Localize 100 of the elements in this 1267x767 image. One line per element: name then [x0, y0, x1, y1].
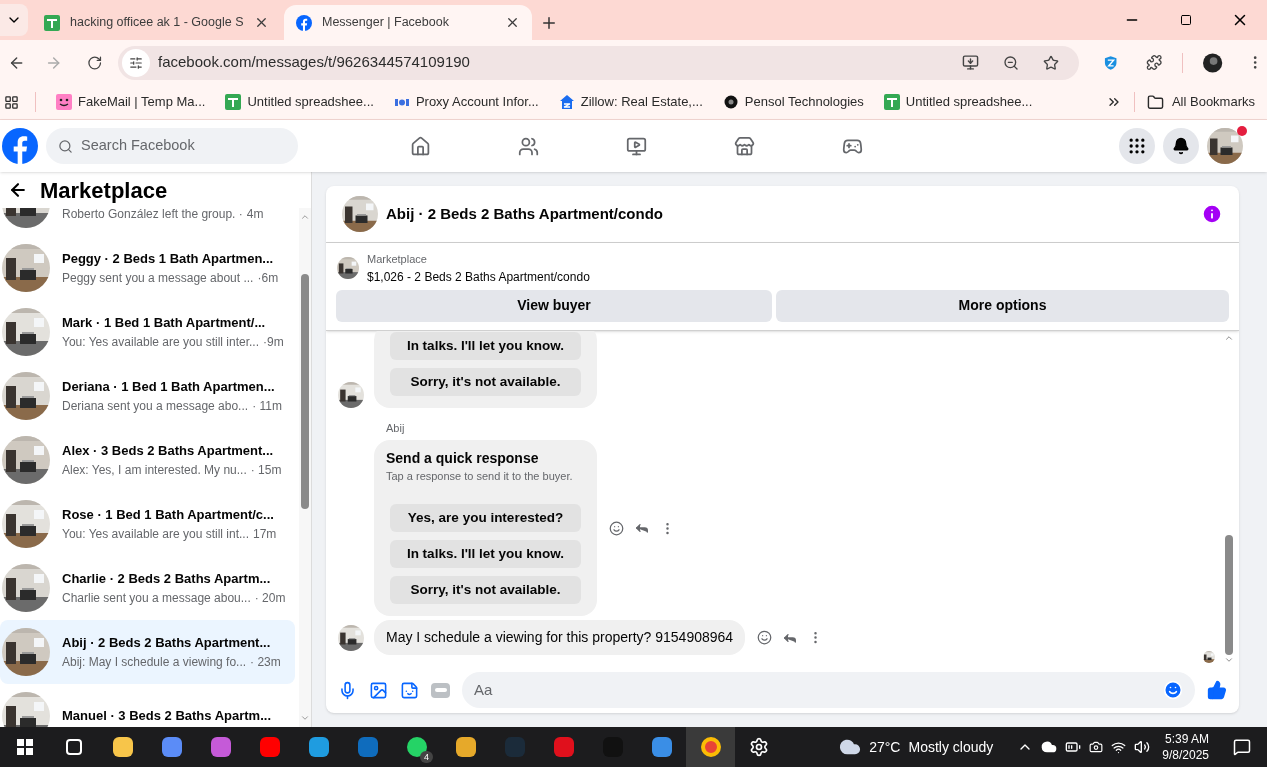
smiley-icon — [56, 94, 72, 110]
house-icon — [558, 94, 575, 110]
zoom-icon[interactable] — [1002, 54, 1019, 71]
conversation-title: Mark · 1 Bed 1 Bath Apartment/... — [62, 314, 267, 333]
quick-reply-button[interactable]: In talks. I'll let you know. — [390, 540, 581, 568]
video-icon[interactable] — [625, 135, 647, 157]
close-icon[interactable] — [505, 15, 520, 30]
photo-icon[interactable] — [369, 680, 388, 700]
folder-icon — [1146, 93, 1164, 111]
battery-icon[interactable] — [1065, 739, 1082, 755]
react-icon[interactable] — [609, 520, 624, 536]
install-icon[interactable] — [961, 54, 979, 71]
bookmark-star-icon[interactable] — [1042, 54, 1059, 71]
like-icon[interactable] — [1207, 680, 1227, 700]
scrollbar-thumb[interactable] — [301, 274, 309, 509]
bookmark[interactable]: Untitled spreadshee... — [875, 92, 1041, 112]
message-input[interactable]: Aa — [462, 672, 1195, 708]
quick-reply-button[interactable]: In talks. I'll let you know. — [390, 332, 581, 360]
conversation-title: Alex · 3 Beds 2 Baths Apartment... — [62, 442, 275, 461]
address-bar[interactable]: facebook.com/messages/t/9626344574109190 — [118, 45, 1079, 80]
site-info-button[interactable] — [122, 48, 150, 77]
avatar-icon[interactable] — [1203, 52, 1223, 73]
url-text: facebook.com/messages/t/9626344574109190 — [158, 52, 471, 73]
bookmark[interactable]: Pensol Technologies — [714, 92, 872, 112]
listing-title: $1,026 - 2 Beds 2 Baths Apartment/condo — [367, 268, 590, 286]
conversation-item[interactable]: Rose · 1 Bed 1 Bath Apartment/c... You: Yes available are you still int... 17m — [0, 492, 295, 556]
message-time: · 15m — [250, 461, 282, 479]
wifi-icon[interactable] — [1111, 739, 1127, 755]
quick-reply-button[interactable]: Sorry, it's not available. — [390, 576, 581, 604]
extensions-icon[interactable] — [1146, 54, 1163, 71]
sticker-icon[interactable] — [400, 680, 419, 700]
message-time: · 23m — [250, 653, 281, 671]
conversation-item[interactable]: Deriana · 1 Bed 1 Bath Apartmen... Deriana sent you a message abo... · 11m — [0, 364, 295, 428]
browser-tab[interactable]: hacking officee ak 1 - Google S — [32, 5, 280, 40]
emoji-icon[interactable] — [1163, 680, 1183, 700]
message-time: 17m — [253, 525, 277, 543]
info-icon[interactable] — [1201, 203, 1223, 225]
conversation-item[interactable]: Abij · 2 Beds 2 Baths Apartment... Abij: May I schedule a viewing fo... · 23m — [0, 620, 295, 684]
shield-icon[interactable] — [1102, 54, 1119, 71]
action-button[interactable]: More options — [776, 289, 1229, 322]
message-preview: You: Yes available are you still int... — [62, 525, 249, 543]
message-time: ·9m — [263, 333, 284, 351]
friends-icon[interactable] — [517, 135, 539, 157]
settings-icon[interactable] — [749, 737, 769, 757]
browser-tab[interactable]: Messenger | Facebook — [284, 5, 532, 40]
clock-date: 9/8/2025 — [1162, 747, 1209, 763]
message-time: · 11m — [252, 397, 282, 415]
message-time: ·6m — [257, 269, 279, 287]
menu-button[interactable] — [1119, 128, 1155, 164]
tab-title: hacking officee ak 1 - Google S — [70, 14, 244, 32]
microphone-icon[interactable] — [338, 680, 357, 700]
conversation-item[interactable]: Peggy · 2 Beds 1 Bath Apartmen... Peggy sent you a message about ... ·6m — [0, 236, 295, 300]
quick-reply-button[interactable]: Sorry, it's not available. — [390, 368, 581, 396]
bookmark[interactable]: Untitled spreadshee... — [217, 92, 382, 112]
tune-icon[interactable] — [129, 55, 143, 70]
conversation-item[interactable]: Mark · 1 Bed 1 Bath Apartment/... You: Yes available are you still inter... ·9m — [0, 300, 295, 364]
message-time: 4m — [246, 208, 264, 223]
bubble-subtitle: Tap a response to send it to the buyer. — [386, 469, 574, 484]
bookmark[interactable]: Proxy Account Infor... — [385, 92, 547, 112]
action-button[interactable]: View buyer — [336, 289, 772, 322]
quick-reply-button[interactable]: Yes, are you interested? — [390, 504, 581, 532]
message-time: · 20m — [254, 589, 286, 607]
conversation-title: Rose · 1 Bed 1 Bath Apartment/c... — [62, 506, 275, 525]
notifications-icon[interactable] — [1233, 738, 1251, 756]
home-icon[interactable] — [409, 135, 431, 157]
message-preview: Charlie sent you a message abou... — [62, 589, 251, 607]
search-field[interactable]: Search Facebook — [46, 128, 298, 164]
cloud-icon[interactable] — [1041, 739, 1058, 755]
sender-name: Abij — [386, 421, 406, 436]
bookmark[interactable]: FakeMail | Temp Ma... — [48, 92, 214, 112]
apps-icon[interactable] — [4, 94, 19, 110]
conversation-item[interactable]: Charlie · 2 Beds 2 Baths Apartm... Charlie sent you a message abou... · 20m — [0, 556, 295, 620]
all-bookmarks-button[interactable]: All Bookmarks — [1146, 92, 1255, 112]
camera-icon[interactable] — [1089, 740, 1104, 754]
restore-icon[interactable] — [1180, 14, 1192, 26]
react-icon[interactable] — [757, 630, 773, 645]
back-icon[interactable] — [8, 180, 28, 200]
new-tab-icon[interactable] — [540, 14, 558, 32]
conversation-title: Deriana · 1 Bed 1 Bath Apartmen... — [62, 378, 276, 397]
bubble-title: Send a quick response — [386, 449, 540, 468]
scrollbar-thumb[interactable] — [1225, 535, 1233, 655]
conversation-item[interactable]: Roberto González left the group. · 4m — [0, 208, 295, 236]
spreadsheet-icon — [883, 94, 900, 110]
notifications-button[interactable] — [1163, 128, 1199, 164]
marketplace-icon[interactable] — [733, 135, 755, 157]
scrollbar[interactable] — [299, 208, 311, 727]
temperature: 27°C — [869, 737, 901, 757]
listing-label: Marketplace — [367, 252, 428, 267]
conversation-title: Abij · 2 Beds 2 Baths Apartment... — [62, 634, 272, 653]
message-preview: Roberto González left the group. · — [62, 208, 243, 223]
reload-icon[interactable] — [86, 54, 102, 71]
bookmark[interactable]: Zillow: Real Estate,... — [550, 92, 711, 112]
conversation-item[interactable]: Alex · 3 Beds 2 Baths Apartment... Alex: Yes, I am interested. My nu... · 15m — [0, 428, 295, 492]
tab-title: Messenger | Facebook — [322, 14, 450, 32]
message-preview: Peggy sent you a message about ... — [62, 269, 254, 287]
chat-title: Abij · 2 Beds 2 Baths Apartment/condo — [386, 203, 663, 224]
message-bubble: May I schedule a viewing for this property? 9154908964 — [374, 620, 746, 655]
bell-icon — [1172, 137, 1190, 155]
volume-icon[interactable] — [1134, 739, 1151, 755]
sidebar-title: Marketplace — [40, 176, 168, 205]
